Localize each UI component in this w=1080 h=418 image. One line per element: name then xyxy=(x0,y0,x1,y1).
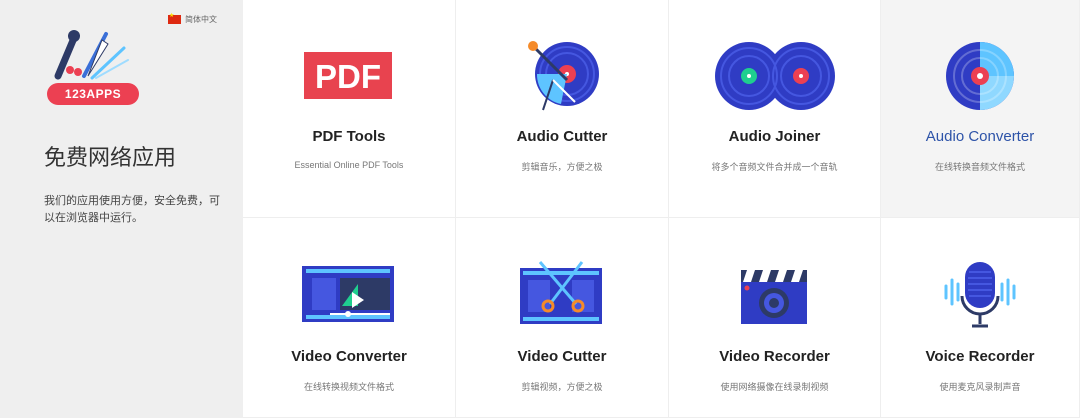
audio-cutter-icon xyxy=(528,41,599,111)
app-subtitle: 在线转换视频文件格式 xyxy=(303,382,394,392)
app-card-video-converter[interactable]: Video Converter 在线转换视频文件格式 xyxy=(243,218,456,418)
video-cutter-icon xyxy=(520,261,602,324)
pdf-icon: PDF xyxy=(304,52,392,99)
app-title: Audio Converter xyxy=(925,128,1035,145)
app-title: Audio Joiner xyxy=(728,128,821,145)
app-title: PDF Tools xyxy=(312,128,386,145)
app-title: Voice Recorder xyxy=(925,348,1035,365)
microphone-icon xyxy=(944,262,1016,328)
app-subtitle: 在线转换音频文件格式 xyxy=(934,162,1025,172)
app-grid: PDF PDF Tools Essential Online PDF Tools… xyxy=(243,0,1080,418)
page-title: 免费网络应用 xyxy=(44,145,177,170)
app-card-audio-cutter[interactable]: Audio Cutter 剪辑音乐，方便之极 xyxy=(456,0,669,218)
app-title: Video Cutter xyxy=(517,348,607,365)
logo[interactable]: 123APPS xyxy=(44,26,142,108)
audio-joiner-icon xyxy=(714,42,835,110)
app-title: Video Recorder xyxy=(719,348,830,365)
app-subtitle: 使用网络摄像在线录制视频 xyxy=(720,382,829,392)
sidebar: 简体中文 123APPS 免费网络应用 我们的应用使用方便，安全免费，可以在浏览… xyxy=(0,0,243,418)
pdf-icon-text: PDF xyxy=(315,58,381,95)
app-subtitle: 剪辑音乐，方便之极 xyxy=(521,162,603,172)
video-converter-icon xyxy=(302,266,394,322)
audio-converter-icon xyxy=(946,42,1014,110)
app-title: Audio Cutter xyxy=(516,128,608,145)
app-card-voice-recorder[interactable]: Voice Recorder 使用麦克风录制声音 xyxy=(881,218,1080,418)
china-flag-icon xyxy=(168,12,181,24)
app-subtitle: Essential Online PDF Tools xyxy=(294,160,404,170)
app-subtitle: 使用麦克风录制声音 xyxy=(939,382,1021,392)
language-selector[interactable]: 简体中文 xyxy=(168,12,217,25)
app-card-video-cutter[interactable]: Video Cutter 剪辑视频，方便之极 xyxy=(456,218,669,418)
app-card-audio-converter[interactable]: Audio Converter 在线转换音频文件格式 xyxy=(881,0,1080,218)
app-card-video-recorder[interactable]: Video Recorder 使用网络摄像在线录制视频 xyxy=(669,218,881,418)
language-label: 简体中文 xyxy=(185,15,217,24)
app-title: Video Converter xyxy=(291,348,407,365)
app-card-pdf-tools[interactable]: PDF PDF Tools Essential Online PDF Tools xyxy=(243,0,456,218)
app-card-audio-joiner[interactable]: Audio Joiner 将多个音频文件合并成一个音轨 xyxy=(669,0,881,218)
page-description: 我们的应用使用方便，安全免费，可以在浏览器中运行。 xyxy=(44,195,220,224)
app-subtitle: 将多个音频文件合并成一个音轨 xyxy=(711,162,838,172)
app-subtitle: 剪辑视频，方便之极 xyxy=(521,382,603,392)
logo-text: 123APPS xyxy=(47,83,139,105)
swiss-knife-icon xyxy=(54,30,129,80)
video-recorder-icon xyxy=(740,270,807,324)
